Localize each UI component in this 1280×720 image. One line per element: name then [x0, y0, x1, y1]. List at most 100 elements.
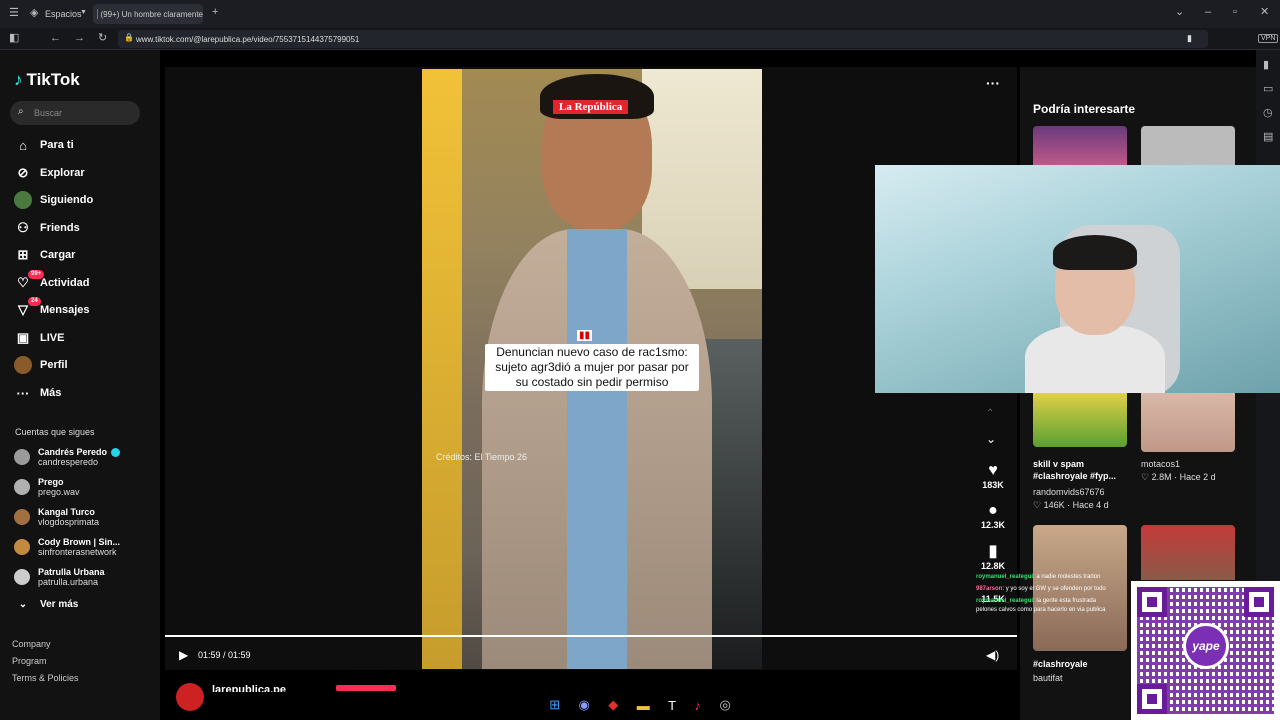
play-icon[interactable]: ▶ — [179, 648, 188, 662]
tab-list-icon[interactable]: ⌄ — [1175, 7, 1184, 18]
heart-icon: ♡ — [1141, 472, 1152, 482]
nav-profile[interactable]: Perfil — [14, 355, 68, 375]
see-more-label: Ver más — [40, 598, 79, 610]
follow-button[interactable] — [336, 685, 396, 691]
os-taskbar: ⊞ ◉ ◆ ▬ T ♪ ◎ — [540, 692, 740, 718]
video-thumbnail[interactable] — [1033, 393, 1127, 447]
avatar — [14, 539, 30, 555]
search-placeholder: Buscar — [34, 108, 63, 118]
nav-messages[interactable]: ▽ 24 Mensajes — [14, 297, 90, 320]
card-author[interactable]: motacos1 — [1141, 459, 1180, 469]
card-title[interactable]: #clashroyale — [1033, 658, 1133, 670]
vpn-badge[interactable]: VPN — [1258, 34, 1279, 43]
maximize-icon[interactable]: ▫ — [1233, 7, 1237, 18]
yape-qr-code: yape — [1131, 581, 1280, 720]
video-thumbnail[interactable] — [1141, 126, 1235, 166]
nav-following[interactable]: Siguiendo — [14, 190, 93, 210]
tiktok-note-icon: ♪ — [14, 70, 23, 89]
brand-tag: La República — [553, 100, 629, 114]
qr-finder — [1137, 587, 1167, 617]
url-field[interactable]: 🔒 www.tiktok.com/@larepublica.pe/video/7… — [118, 30, 1208, 48]
verified-icon — [111, 447, 121, 457]
footer-link-terms[interactable]: Terms & Policies — [12, 673, 79, 683]
author-name[interactable]: larepublica.pe — [212, 684, 286, 692]
forward-icon[interactable]: → — [74, 33, 85, 44]
progress-bar[interactable] — [165, 635, 1017, 637]
new-tab-icon[interactable]: + — [212, 7, 218, 18]
author-avatar[interactable] — [176, 683, 204, 711]
vivaldi-icon[interactable]: ◆ — [608, 697, 618, 713]
bookmark-icon[interactable]: ▮ — [1187, 33, 1192, 44]
video-scene-wall — [422, 69, 462, 669]
chat-text: a nadie molestes trarlon — [1036, 574, 1101, 580]
tiktok-logo[interactable]: ♪ TikTok — [14, 70, 80, 90]
bookmarks-icon[interactable]: ▮ — [1263, 60, 1269, 71]
tf-app-icon[interactable]: T — [668, 698, 676, 713]
video-thumbnail[interactable] — [1141, 525, 1235, 580]
video-thumbnail[interactable] — [1033, 126, 1127, 166]
video-thumbnail[interactable] — [1141, 393, 1235, 452]
browser-tab-bar: ☰ ◈ Espacios ▼ (99+) Un hombre clarament… — [0, 0, 1280, 28]
chevron-down-icon[interactable]: ▼ — [80, 9, 87, 16]
previous-video-icon[interactable]: ⌃ — [986, 408, 994, 419]
tab-title: (99+) Un hombre claramente — [100, 9, 204, 19]
nav-live[interactable]: ▣ LIVE — [14, 328, 65, 348]
browser-tab-active[interactable]: (99+) Un hombre claramente — [93, 4, 203, 24]
like-button[interactable]: ♥ 183K — [978, 462, 1008, 490]
following-account[interactable]: Candrés Peredo candresperedo — [14, 445, 121, 469]
url-text: www.tiktok.com/@larepublica.pe/video/755… — [136, 34, 360, 44]
reload-icon[interactable]: ↻ — [98, 33, 107, 44]
logo-text: TikTok — [26, 70, 80, 89]
following-account[interactable]: Kangal Turco vlogdosprimata — [14, 505, 99, 529]
avatar — [14, 479, 30, 495]
comment-button[interactable]: ● 12.3K — [978, 502, 1008, 530]
back-icon[interactable]: ← — [50, 33, 61, 44]
minimize-icon[interactable]: – — [1205, 7, 1211, 18]
following-account[interactable]: Cody Brown | Sin... sinfronterasnetwork — [14, 535, 120, 559]
account-name: Candrés Peredo — [38, 447, 108, 457]
discord-icon[interactable]: ◉ — [579, 697, 590, 713]
footer-link-program[interactable]: Program — [12, 656, 47, 666]
history-icon[interactable]: ◷ — [1263, 108, 1273, 119]
chat-text: y yo soy el GW y se ofenden por todo — [1005, 586, 1106, 592]
account-name: Prego — [38, 477, 64, 487]
windows-start-icon[interactable]: ⊞ — [549, 697, 560, 713]
avatar — [14, 449, 30, 465]
more-options-icon[interactable]: ··· — [986, 75, 1000, 91]
card-author[interactable]: randomvids67676 — [1033, 487, 1105, 497]
obs-icon[interactable]: ◎ — [719, 697, 730, 713]
video-credits: Créditos: El Tiempo 26 — [436, 452, 528, 462]
tiktok-app-icon[interactable]: ♪ — [695, 698, 702, 713]
next-video-icon[interactable]: ⌄ — [986, 432, 996, 446]
chat-text: pelones calvos como para hacerlo en via … — [976, 607, 1106, 613]
see-more-button[interactable]: ⌄ Ver más — [14, 594, 79, 614]
nav-label: Perfil — [40, 359, 68, 371]
nav-more[interactable]: ··· Más — [14, 383, 62, 403]
heart-icon: ♥ — [988, 462, 998, 479]
file-explorer-icon[interactable]: ▬ — [637, 698, 650, 713]
nav-for-you[interactable]: ⌂ Para ti — [14, 135, 74, 155]
card-author[interactable]: bautifat — [1033, 673, 1063, 683]
nav-explore[interactable]: ⊘ Explorar — [14, 163, 85, 183]
search-input[interactable]: ⌕ Buscar — [10, 101, 140, 125]
card-title[interactable]: skill v spam #clashroyale #fyp... — [1033, 458, 1133, 482]
following-account[interactable]: Prego prego.wav — [14, 475, 80, 499]
address-bar: ◧ ← → ↻ 🔒 www.tiktok.com/@larepublica.pe… — [0, 28, 1280, 50]
following-account[interactable]: Patrulla Urbana patrulla.urbana — [14, 565, 105, 589]
nav-upload[interactable]: ⊞ Cargar — [14, 245, 76, 265]
sidebar-toggle-icon[interactable]: ◧ — [9, 33, 19, 44]
workspaces-icon[interactable]: ◈ — [30, 8, 38, 19]
menu-icon[interactable]: ☰ — [9, 8, 19, 19]
nav-activity[interactable]: ♡ 99+ Actividad — [14, 270, 90, 293]
volume-icon[interactable]: ◀) — [986, 648, 999, 662]
notes-icon[interactable]: ▤ — [1263, 132, 1273, 143]
account-handle: patrulla.urbana — [38, 577, 99, 587]
close-icon[interactable]: ✕ — [1260, 7, 1269, 18]
following-section-title: Cuentas que sigues — [15, 427, 95, 437]
reading-list-icon[interactable]: ▭ — [1263, 84, 1273, 95]
workspaces-label[interactable]: Espacios — [45, 9, 82, 19]
search-icon: ⌕ — [18, 106, 24, 117]
footer-link-company[interactable]: Company — [12, 639, 51, 649]
nav-friends[interactable]: ⚇ Friends — [14, 218, 80, 238]
save-button[interactable]: ▮ 12.8K — [978, 543, 1008, 571]
